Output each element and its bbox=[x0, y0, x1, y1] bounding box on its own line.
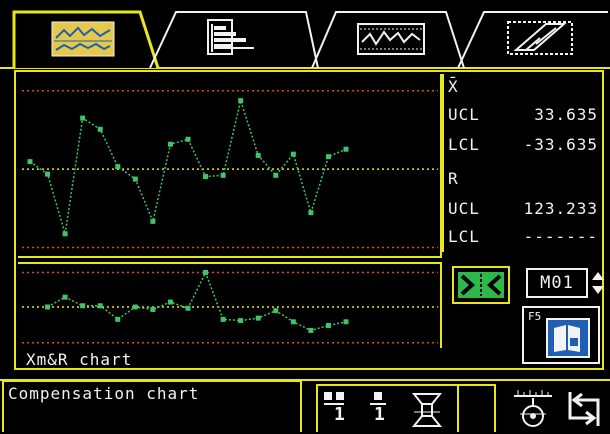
f5-book-button[interactable]: F5 bbox=[522, 306, 600, 364]
histogram-icon bbox=[207, 19, 254, 55]
r-chart-plot bbox=[22, 269, 438, 344]
r-chart-data-point bbox=[45, 304, 51, 310]
x-chart-data-point bbox=[115, 164, 121, 170]
x-chart-data-point bbox=[150, 218, 156, 224]
x-chart-data-point bbox=[273, 172, 279, 178]
x-chart-data-point bbox=[203, 174, 209, 180]
r-ucl-label: UCL bbox=[448, 199, 480, 218]
control-limits-panel: X̄ UCL 33.635 LCL -33.635 R UCL 123.233 … bbox=[442, 74, 600, 252]
machine-select[interactable]: M01 bbox=[526, 268, 588, 298]
spindle-icon bbox=[411, 393, 443, 427]
x-chart-data-point bbox=[167, 141, 173, 147]
r-chart-data-point bbox=[325, 323, 331, 328]
x-chart-data-point bbox=[220, 172, 226, 178]
r-chart-data-point bbox=[203, 269, 209, 275]
x-chart-data-point bbox=[97, 126, 103, 132]
x-chart-data-point bbox=[185, 136, 191, 142]
x-chart-data-point bbox=[132, 176, 138, 182]
ruler-gauge-icon bbox=[514, 390, 552, 427]
r-chart-data-point bbox=[255, 315, 261, 321]
x-chart-data-point bbox=[308, 210, 314, 216]
xbar-header: X̄ bbox=[448, 74, 598, 100]
x-chart-data-point bbox=[62, 231, 68, 237]
tab-histogram[interactable] bbox=[206, 18, 270, 58]
tab-trend[interactable] bbox=[356, 22, 426, 56]
tool-slot-3 bbox=[410, 390, 446, 430]
x-individuals-chart bbox=[18, 74, 442, 258]
select-up-down-icon[interactable] bbox=[590, 268, 606, 298]
r-chart-data-point bbox=[62, 294, 68, 300]
xbar-lcl-row: LCL -33.635 bbox=[448, 132, 598, 158]
status-message-box: Compensation chart bbox=[2, 380, 302, 432]
r-chart-data-point bbox=[308, 327, 314, 333]
r-chart-data-point bbox=[238, 318, 244, 324]
r-ucl-row: UCL 123.233 bbox=[448, 196, 598, 222]
x-chart-data-point bbox=[45, 171, 51, 177]
x-chart-data-point bbox=[238, 98, 244, 104]
f5-button-face bbox=[546, 318, 590, 358]
x-chart-data-point bbox=[80, 115, 86, 121]
r-chart-data-point bbox=[273, 308, 279, 314]
r-symbol: R bbox=[448, 169, 459, 188]
x-chart-data-point bbox=[290, 151, 296, 157]
moving-range-chart bbox=[18, 262, 442, 348]
xbar-lcl-value: -33.635 bbox=[523, 135, 598, 154]
r-lcl-row: LCL ------- bbox=[448, 224, 598, 250]
r-chart-data-point bbox=[220, 316, 226, 322]
x-chart-data-point bbox=[343, 146, 349, 152]
status-message: Compensation chart bbox=[8, 384, 200, 403]
r-chart-data-point bbox=[115, 316, 121, 322]
xbar-lcl-label: LCL bbox=[448, 135, 480, 154]
xbar-ucl-value: 33.635 bbox=[534, 105, 598, 124]
tab-probe[interactable] bbox=[506, 18, 576, 58]
tool-count-2: 1 bbox=[374, 404, 385, 425]
r-header: R bbox=[448, 166, 598, 192]
tool-status-group: 1 1 bbox=[316, 384, 496, 432]
r-chart-data-point bbox=[167, 299, 173, 305]
zoom-toggle-face bbox=[458, 272, 504, 298]
r-chart-data-point bbox=[150, 306, 156, 312]
r-chart-data-point bbox=[80, 303, 86, 309]
x-chart-data-point bbox=[325, 154, 331, 160]
r-chart-data-point bbox=[97, 303, 103, 309]
r-lcl-value: ------- bbox=[523, 227, 598, 246]
xbar-ucl-label: UCL bbox=[448, 105, 480, 124]
tool-slot-2: 1 bbox=[368, 390, 392, 430]
r-chart-data-point bbox=[290, 319, 296, 325]
xbar-symbol: X̄ bbox=[448, 77, 459, 96]
x-chart-plot bbox=[22, 89, 438, 249]
x-chart-series-line bbox=[29, 97, 347, 235]
r-lcl-label: LCL bbox=[448, 227, 480, 246]
xbar-ucl-row: UCL 33.635 bbox=[448, 102, 598, 128]
control-chart-icon bbox=[51, 21, 115, 57]
tool-count-1: 1 bbox=[334, 404, 345, 425]
book-icon bbox=[554, 325, 580, 352]
tab-xmr-chart[interactable] bbox=[50, 20, 116, 58]
x-chart-data-point bbox=[255, 152, 261, 158]
r-chart-data-point bbox=[185, 305, 191, 311]
refresh-button[interactable] bbox=[562, 388, 606, 430]
r-chart-series-line bbox=[47, 270, 347, 332]
chart-caption: Xm&R chart bbox=[26, 350, 133, 369]
zoom-toggle-button[interactable] bbox=[452, 266, 510, 304]
cycle-arrows-icon bbox=[568, 392, 600, 426]
compress-arrows-icon bbox=[460, 274, 502, 296]
probe-icon bbox=[507, 21, 573, 55]
r-chart-data-point bbox=[132, 304, 138, 310]
measure-button[interactable] bbox=[510, 384, 556, 430]
r-ucl-value: 123.233 bbox=[523, 199, 598, 218]
f5-key-label: F5 bbox=[528, 310, 542, 323]
r-chart-data-point bbox=[343, 319, 349, 325]
x-chart-data-point bbox=[27, 159, 33, 165]
tool-slot-1: 1 bbox=[322, 390, 350, 430]
trend-icon bbox=[357, 23, 425, 55]
